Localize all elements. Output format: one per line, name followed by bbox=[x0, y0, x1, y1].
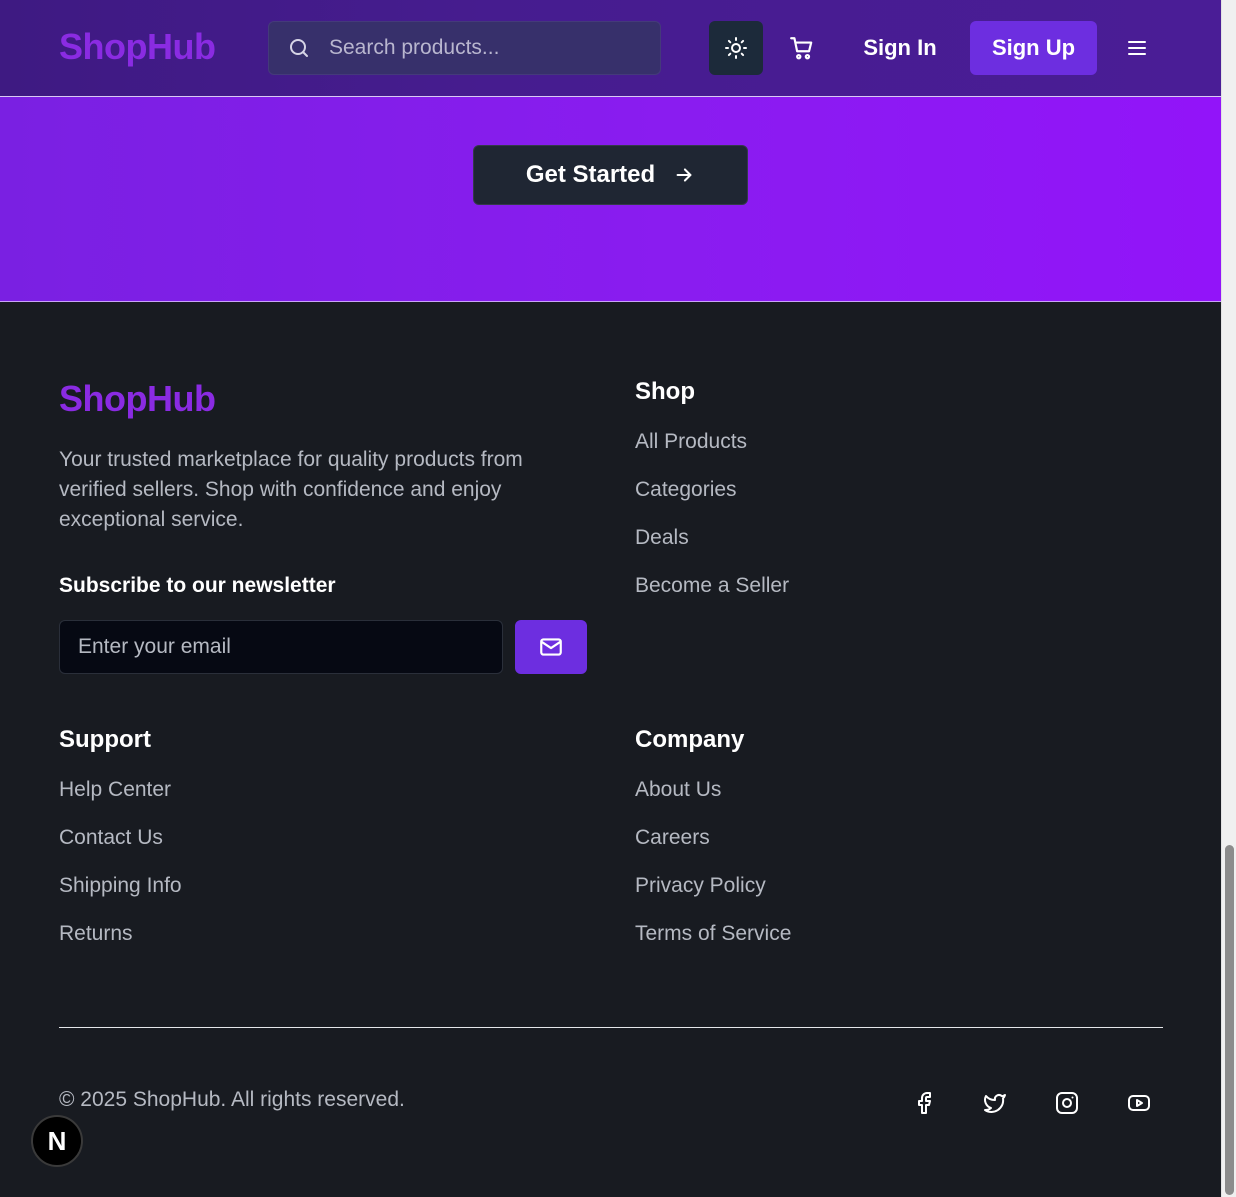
menu-button[interactable] bbox=[1120, 30, 1154, 66]
footer-link-deals[interactable]: Deals bbox=[635, 526, 789, 574]
sign-in-button[interactable]: Sign In bbox=[852, 21, 948, 75]
footer-divider bbox=[59, 1027, 1163, 1028]
copyright-text: © 2025 ShopHub. All rights reserved. bbox=[59, 1088, 405, 1111]
footer-link-all-products[interactable]: All Products bbox=[635, 430, 789, 478]
youtube-link[interactable] bbox=[1122, 1086, 1156, 1120]
footer-link-returns[interactable]: Returns bbox=[59, 922, 182, 970]
instagram-link[interactable] bbox=[1050, 1086, 1084, 1120]
mail-icon bbox=[540, 638, 562, 656]
footer-link-privacy-policy[interactable]: Privacy Policy bbox=[635, 874, 791, 922]
footer-link-categories[interactable]: Categories bbox=[635, 478, 789, 526]
footer-link-about-us[interactable]: About Us bbox=[635, 778, 791, 826]
footer-column-support: Support Help Center Contact Us Shipping … bbox=[59, 726, 182, 970]
twitter-icon bbox=[984, 1094, 1006, 1113]
top-navbar: ShopHub Sign In Sign Up bbox=[0, 0, 1221, 97]
search-bar[interactable] bbox=[268, 21, 661, 75]
footer-link-careers[interactable]: Careers bbox=[635, 826, 791, 874]
newsletter-subscribe-button[interactable] bbox=[515, 620, 587, 674]
site-footer: ShopHub Your trusted marketplace for qua… bbox=[0, 302, 1221, 1197]
get-started-button[interactable]: Get Started bbox=[473, 145, 748, 205]
newsletter-email-input[interactable] bbox=[59, 620, 503, 674]
footer-column-title: Shop bbox=[635, 378, 695, 405]
search-icon bbox=[290, 39, 308, 57]
twitter-link[interactable] bbox=[978, 1086, 1012, 1120]
shopping-cart-icon bbox=[790, 37, 813, 60]
footer-column-title: Company bbox=[635, 726, 745, 753]
footer-brand-logo[interactable]: ShopHub bbox=[59, 378, 216, 420]
search-input[interactable] bbox=[329, 36, 639, 60]
brand-logo[interactable]: ShopHub bbox=[59, 26, 216, 68]
footer-description: Your trusted marketplace for quality pro… bbox=[59, 448, 523, 531]
theme-toggle-button[interactable] bbox=[709, 21, 763, 75]
newsletter-title: Subscribe to our newsletter bbox=[59, 574, 336, 597]
sun-icon bbox=[725, 37, 747, 59]
footer-link-become-seller[interactable]: Become a Seller bbox=[635, 574, 789, 622]
arrow-right-icon bbox=[676, 168, 692, 182]
page: Get Started ShopHub Sign I bbox=[0, 0, 1221, 1197]
page-scrollbar[interactable] bbox=[1221, 0, 1236, 1197]
footer-link-help-center[interactable]: Help Center bbox=[59, 778, 182, 826]
facebook-icon bbox=[918, 1092, 931, 1114]
footer-link-contact-us[interactable]: Contact Us bbox=[59, 826, 182, 874]
cart-button[interactable] bbox=[780, 28, 824, 68]
youtube-icon bbox=[1128, 1095, 1150, 1111]
footer-column-shop: Shop All Products Categories Deals Becom… bbox=[635, 378, 789, 622]
footer-link-terms-of-service[interactable]: Terms of Service bbox=[635, 922, 791, 970]
footer-column-company: Company About Us Careers Privacy Policy … bbox=[635, 726, 791, 970]
footer-column-title: Support bbox=[59, 726, 151, 753]
scrollbar-thumb[interactable] bbox=[1225, 845, 1234, 1195]
facebook-link[interactable] bbox=[907, 1086, 941, 1120]
sign-up-button[interactable]: Sign Up bbox=[970, 21, 1097, 75]
get-started-label: Get Started bbox=[525, 161, 656, 188]
hamburger-menu-icon bbox=[1128, 41, 1146, 55]
nextjs-dev-badge[interactable]: N bbox=[31, 1115, 83, 1167]
footer-link-shipping-info[interactable]: Shipping Info bbox=[59, 874, 182, 922]
instagram-icon bbox=[1056, 1092, 1078, 1114]
